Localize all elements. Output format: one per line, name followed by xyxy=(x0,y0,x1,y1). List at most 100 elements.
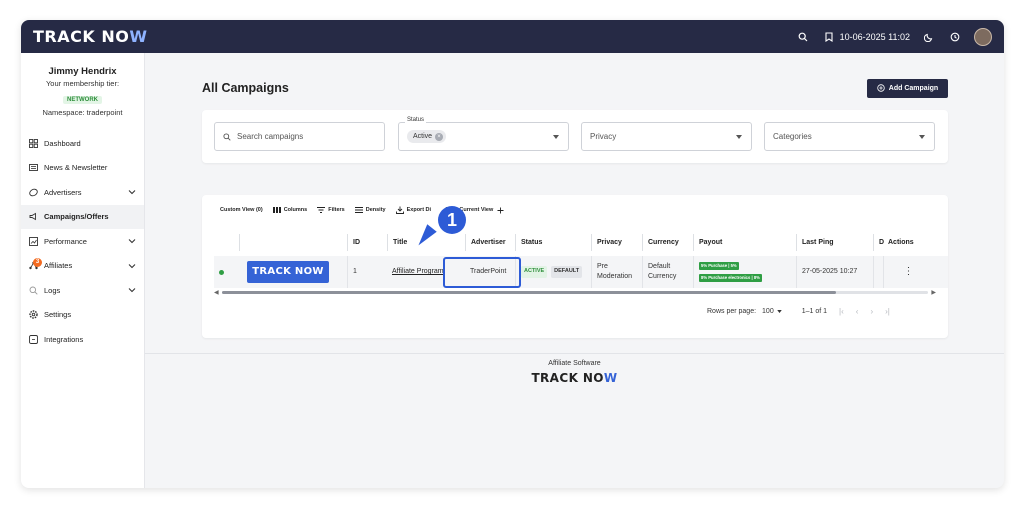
affiliates-notification-badge: 3 xyxy=(33,257,42,267)
table-row[interactable]: TRACK NOW 1 Affiliate Program TraderPoin… xyxy=(214,256,948,288)
custom-view-button[interactable]: Custom View (0) xyxy=(220,207,263,213)
next-page-icon[interactable]: › xyxy=(870,307,873,316)
sidebar-item-dashboard[interactable]: Dashboard xyxy=(21,131,144,156)
chevron-down-icon xyxy=(128,262,136,270)
chip-remove-icon[interactable]: × xyxy=(435,132,444,141)
search-icon[interactable] xyxy=(796,30,810,44)
horizontal-scrollbar[interactable]: ◀ ▶ xyxy=(214,289,936,296)
status-badge-default: DEFAULT xyxy=(551,266,583,278)
chevron-down-icon xyxy=(128,188,136,196)
sidebar-item-campaigns[interactable]: Campaigns/Offers xyxy=(21,204,144,229)
namespace-label: Namespace: traderpoint xyxy=(42,108,123,117)
caret-down-icon xyxy=(552,133,560,141)
pagination: Rows per page: 100 1–1 of 1 |‹ ‹ › ›| xyxy=(707,307,890,316)
user-avatar[interactable] xyxy=(974,27,992,46)
datetime-display[interactable]: 10-06-2025 11:02 xyxy=(822,30,910,44)
top-bar: TRACK NOW 10-06-2025 11:02 xyxy=(21,20,1004,53)
export-button[interactable]: Export Di xyxy=(395,206,431,214)
rows-per-page-label: Rows per page: xyxy=(707,308,757,315)
column-header-dot xyxy=(214,234,239,251)
density-button[interactable]: Density xyxy=(354,206,386,214)
column-header-currency[interactable]: Currency xyxy=(642,234,693,251)
prev-page-icon[interactable]: ‹ xyxy=(856,307,859,316)
column-header-payout[interactable]: Payout xyxy=(693,234,796,251)
cell-last-ping: 27-05-2025 10:27 xyxy=(796,256,873,288)
app-logo[interactable]: TRACK NOW xyxy=(33,27,147,46)
privacy-select[interactable]: Privacy xyxy=(581,122,752,151)
column-header-privacy[interactable]: Privacy xyxy=(591,234,642,251)
scroll-left-icon[interactable]: ◀ xyxy=(214,289,219,296)
sidebar-item-performance[interactable]: Performance xyxy=(21,229,144,254)
column-header-status[interactable]: Status xyxy=(515,234,591,251)
download-icon xyxy=(395,206,404,214)
caret-down-icon xyxy=(918,133,926,141)
membership-tier-badge: NETWORK xyxy=(63,96,102,104)
status-chip-active[interactable]: Active × xyxy=(407,130,447,143)
column-header-advertiser[interactable]: Advertiser xyxy=(465,234,515,251)
cell-d xyxy=(873,256,883,288)
rows-per-page-select[interactable]: 100 xyxy=(762,308,782,315)
cell-payout: 5% Purchase | 5% 8% Purchase electronics… xyxy=(693,256,796,288)
top-bar-actions: 10-06-2025 11:02 xyxy=(796,27,992,46)
plus-circle-icon xyxy=(877,83,885,94)
campaign-title-link[interactable]: Affiliate Program xyxy=(392,267,444,277)
news-icon xyxy=(29,163,38,172)
settings-icon xyxy=(29,310,38,319)
status-badge-active: ACTIVE xyxy=(521,266,548,278)
performance-icon xyxy=(29,236,38,246)
categories-select[interactable]: Categories xyxy=(764,122,935,151)
campaigns-table: Custom View (0) Columns Filters Density … xyxy=(202,195,948,338)
last-page-icon[interactable]: ›| xyxy=(885,307,890,316)
column-header-last-ping[interactable]: Last Ping xyxy=(796,234,873,251)
table-header: ID Title Advertiser Status Privacy Curre… xyxy=(214,234,948,251)
title-highlight-box xyxy=(443,257,521,288)
membership-tier-label: Your membership tier: xyxy=(45,79,120,88)
pagination-range: 1–1 of 1 xyxy=(801,308,828,315)
user-name: Jimmy Hendrix xyxy=(48,66,117,77)
main-content: All Campaigns Add Campaign Search campai… xyxy=(145,53,1004,488)
sidebar: Jimmy Hendrix Your membership tier: NETW… xyxy=(21,53,145,488)
filter-bar: Search campaigns Status Active × Privacy… xyxy=(202,110,948,163)
filter-icon xyxy=(317,206,326,214)
cell-privacy: Pre Moderation xyxy=(591,256,642,288)
logs-icon xyxy=(29,286,38,295)
step-callout: 1 xyxy=(438,206,466,234)
chevron-down-icon xyxy=(128,286,136,294)
status-select[interactable]: Status Active × xyxy=(398,117,569,151)
plus-icon xyxy=(496,206,504,214)
first-page-icon[interactable]: |‹ xyxy=(839,307,844,316)
campaigns-icon xyxy=(29,212,38,221)
footer-text: Affiliate Software xyxy=(548,360,601,367)
scroll-right-icon[interactable]: ▶ xyxy=(931,289,936,296)
status-indicator-dot xyxy=(219,269,224,275)
scrollbar-thumb[interactable] xyxy=(222,291,836,294)
chevron-down-icon xyxy=(128,237,136,245)
sidebar-item-logs[interactable]: Logs xyxy=(21,278,144,303)
cell-currency: Default Currency xyxy=(642,256,693,288)
column-header-logo xyxy=(239,234,347,251)
footer-divider xyxy=(145,353,1004,354)
column-header-actions: Actions xyxy=(888,239,914,246)
footer-logo: TRACK NOW xyxy=(531,371,618,385)
dark-mode-icon[interactable] xyxy=(922,30,936,44)
sidebar-item-advertisers[interactable]: Advertisers xyxy=(21,180,144,205)
columns-button[interactable]: Columns xyxy=(272,206,307,214)
sidebar-item-news[interactable]: News & Newsletter xyxy=(21,156,144,181)
filters-button[interactable]: Filters xyxy=(317,206,345,214)
columns-icon xyxy=(272,206,281,214)
more-actions-icon[interactable]: ⋮ xyxy=(904,266,914,277)
timer-icon[interactable] xyxy=(948,30,962,44)
column-header-d[interactable]: D xyxy=(873,234,884,251)
page-title: All Campaigns xyxy=(202,81,289,95)
caret-down-icon xyxy=(776,310,782,313)
sidebar-item-settings[interactable]: Settings xyxy=(21,303,144,328)
payout-tag: 5% Purchase | 5% xyxy=(699,262,739,270)
dashboard-icon xyxy=(29,138,38,148)
add-campaign-button[interactable]: Add Campaign xyxy=(867,79,948,98)
sidebar-item-integrations[interactable]: Integrations xyxy=(21,327,144,352)
column-header-id[interactable]: ID xyxy=(347,234,387,251)
user-info: Jimmy Hendrix Your membership tier: NETW… xyxy=(21,53,144,117)
sidebar-item-affiliates[interactable]: 3 Affiliates xyxy=(21,254,144,279)
search-input[interactable]: Search campaigns xyxy=(214,122,385,151)
advertisers-icon xyxy=(29,188,38,197)
